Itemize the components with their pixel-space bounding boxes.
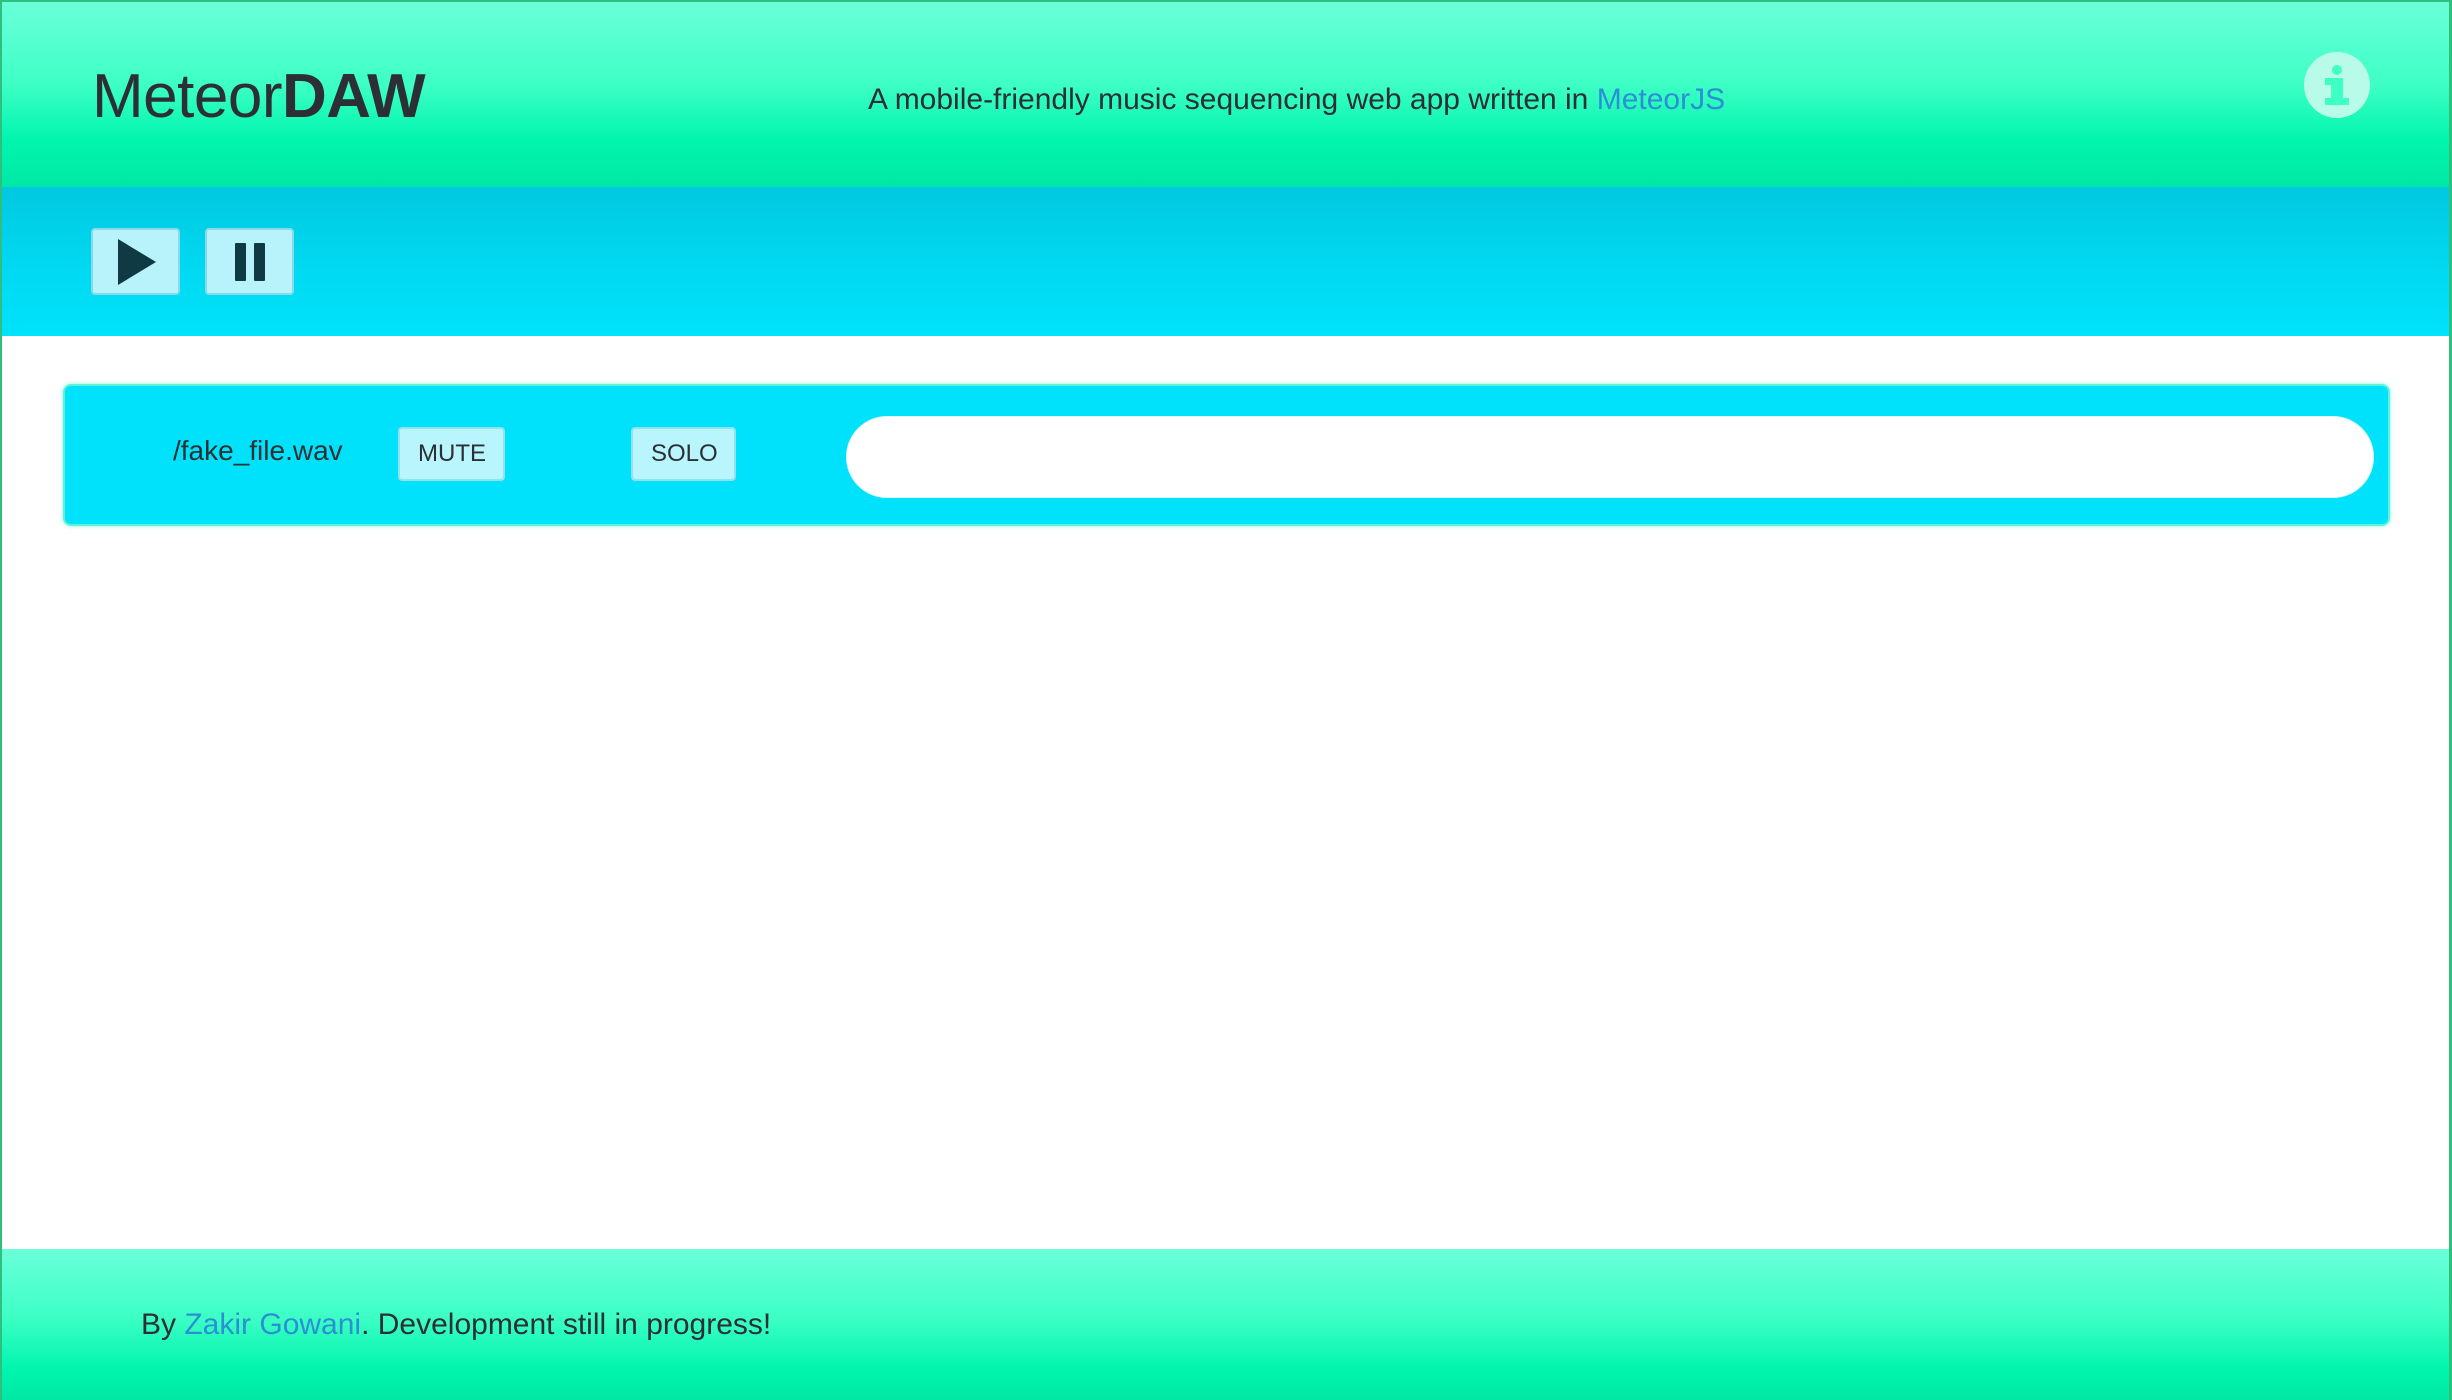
track-filename: /fake_file.wav bbox=[173, 435, 343, 466]
header: MeteorDAW A mobile-friendly music sequen… bbox=[2, 0, 2449, 187]
play-icon bbox=[117, 238, 156, 285]
footer-suffix: . Development still in progress! bbox=[361, 1308, 772, 1341]
pause-icon bbox=[234, 242, 265, 281]
footer-prefix: By bbox=[141, 1308, 185, 1341]
solo-button[interactable]: SOLO bbox=[631, 427, 736, 481]
info-icon bbox=[2325, 65, 2349, 105]
footer-credit: By Zakir Gowani. Development still in pr… bbox=[141, 1307, 771, 1343]
track-waveform[interactable] bbox=[846, 416, 2374, 498]
track-row: /fake_file.wav MUTE SOLO bbox=[63, 384, 2390, 526]
transport-bar bbox=[2, 187, 2449, 336]
app-title-light: Meteor bbox=[92, 62, 282, 131]
tagline: A mobile-friendly music sequencing web a… bbox=[868, 82, 1725, 118]
pause-button[interactable] bbox=[205, 228, 294, 295]
footer: By Zakir Gowani. Development still in pr… bbox=[2, 1249, 2449, 1400]
app-title: MeteorDAW bbox=[92, 62, 426, 132]
meteorjs-link[interactable]: MeteorJS bbox=[1597, 83, 1725, 116]
app-page: MeteorDAW A mobile-friendly music sequen… bbox=[0, 0, 2452, 1400]
app-title-bold: DAW bbox=[281, 62, 426, 131]
mute-button[interactable]: MUTE bbox=[398, 427, 505, 481]
info-button[interactable] bbox=[2304, 52, 2370, 118]
play-button[interactable] bbox=[91, 228, 180, 295]
author-link[interactable]: Zakir Gowani bbox=[184, 1308, 361, 1341]
tagline-text: A mobile-friendly music sequencing web a… bbox=[868, 83, 1597, 116]
